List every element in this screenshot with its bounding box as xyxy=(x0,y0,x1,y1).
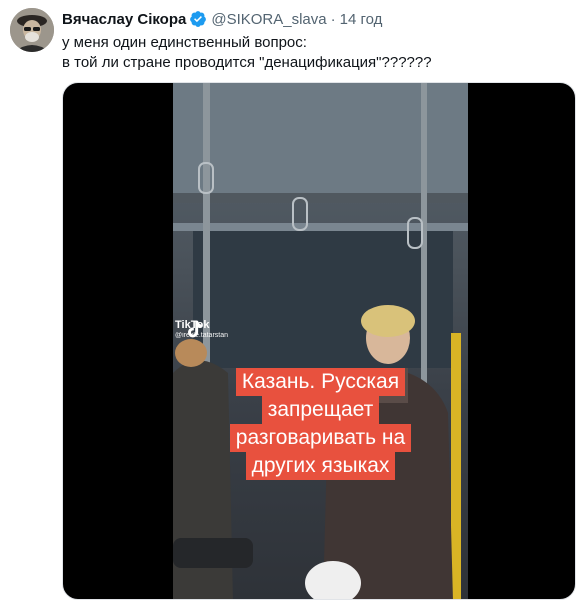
tweet-media-video[interactable]: TikTok @irekle.tatarstan Казань. Русская… xyxy=(62,82,576,600)
video-scene xyxy=(173,83,468,599)
tiktok-username: @irekle.tatarstan xyxy=(175,332,229,339)
avatar-image xyxy=(10,8,54,52)
video-frame: TikTok @irekle.tatarstan Казань. Русская… xyxy=(173,83,468,599)
caption-line: Казань. Русская xyxy=(235,368,406,396)
caption-line: разговаривать на xyxy=(229,424,412,452)
video-caption: Казань. Русская запрещает разговаривать … xyxy=(173,368,468,480)
author-handle[interactable]: @SIKORA_slava xyxy=(211,11,326,28)
tweet-text-line: у меня один единственный вопрос: xyxy=(62,34,307,51)
caption-line: других языках xyxy=(245,452,396,480)
header-separator: · xyxy=(330,10,336,28)
tweet-timestamp[interactable]: 14 год xyxy=(340,11,383,28)
tweet-card[interactable]: Вячаслау Сікора @SIKORA_slava · 14 год у… xyxy=(0,0,581,608)
tweet-header: Вячаслау Сікора @SIKORA_slava · 14 год xyxy=(62,8,382,30)
caption-line: запрещает xyxy=(261,396,380,424)
verified-badge-icon xyxy=(189,10,207,28)
author-avatar[interactable] xyxy=(10,8,54,52)
author-name[interactable]: Вячаслау Сікора xyxy=(62,11,186,28)
tiktok-watermark: TikTok @irekle.tatarstan xyxy=(175,319,228,340)
tweet-text-line: в той ли стране проводится "денацификаци… xyxy=(62,54,432,71)
tweet-text: у меня один единственный вопрос: в той л… xyxy=(62,33,562,73)
